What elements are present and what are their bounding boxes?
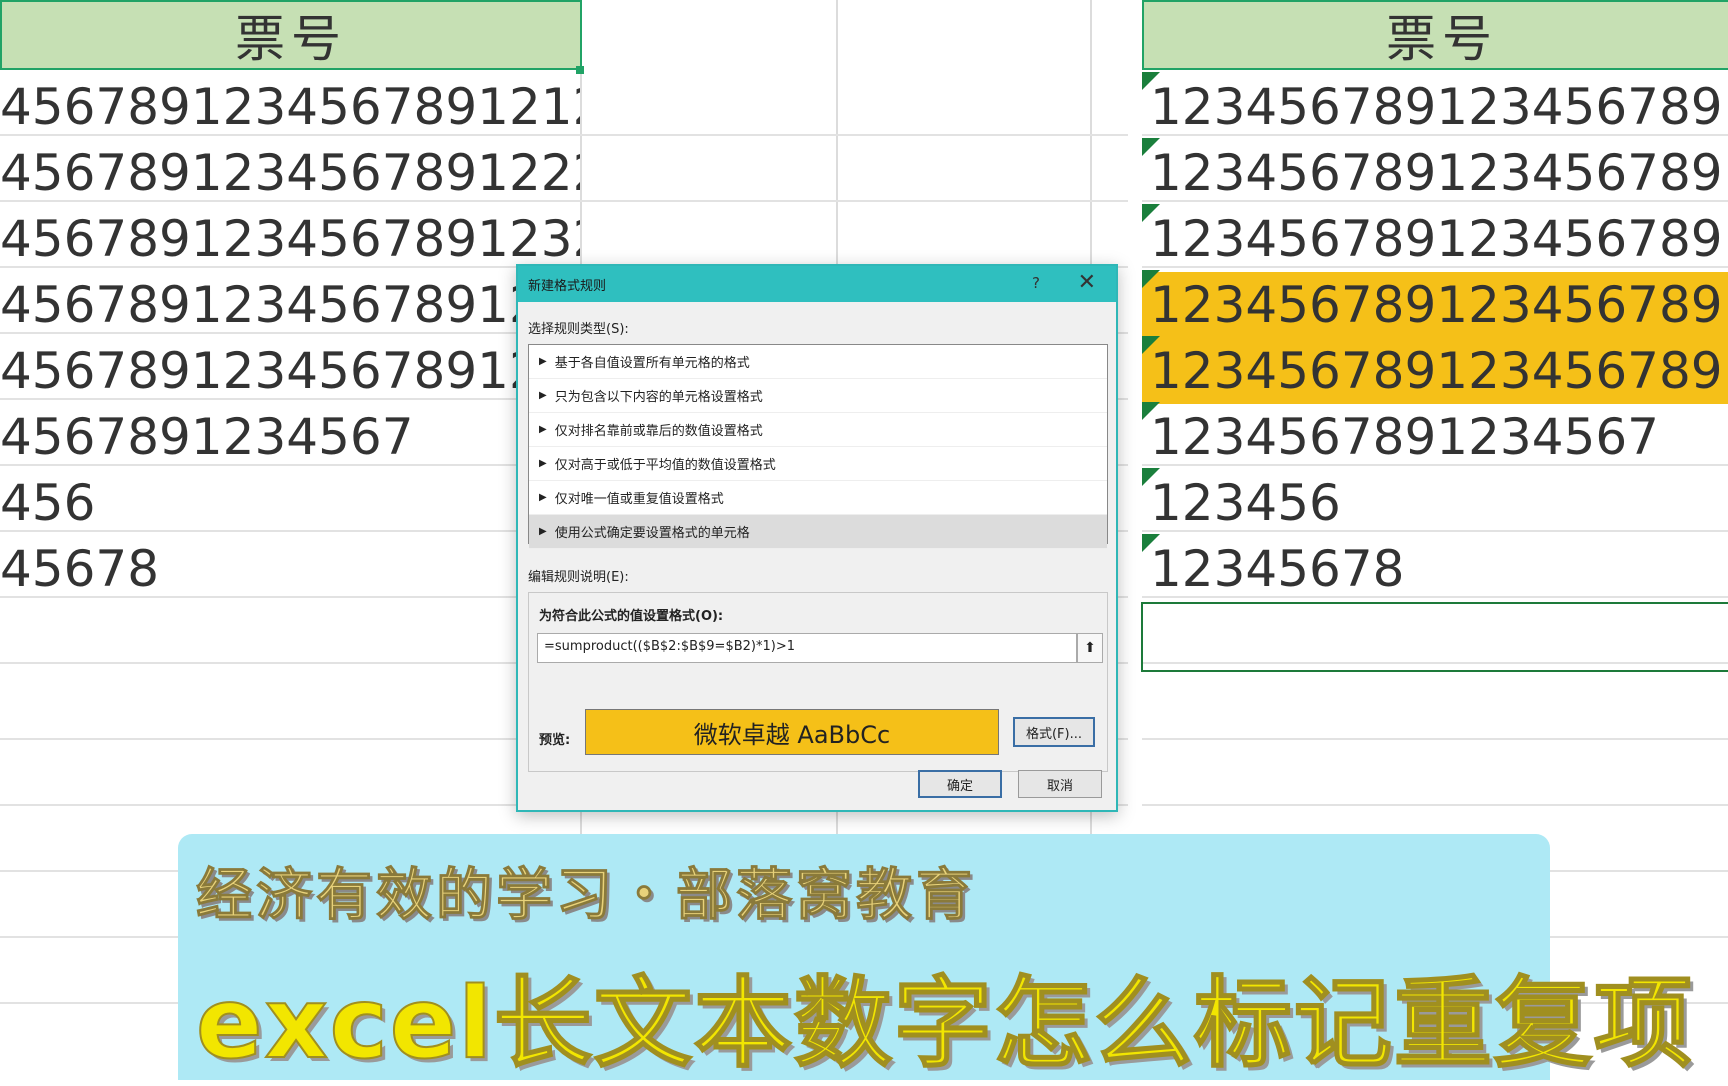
rule-type-item[interactable]: ▶ 仅对排名靠前或靠后的数值设置格式 — [529, 413, 1107, 447]
text-number-indicator-icon — [1142, 336, 1160, 354]
fill-handle[interactable] — [576, 66, 584, 74]
text-number-indicator-icon — [1142, 534, 1160, 552]
left-cell-1[interactable]: 4567891234567891212 — [0, 74, 580, 140]
formula-title: 为符合此公式的值设置格式(O): — [539, 609, 724, 624]
right-cell-4-duplicate[interactable]: 123456789123456789124 — [1142, 272, 1728, 338]
ok-button[interactable]: 确定 — [918, 770, 1002, 798]
triangle-right-icon: ▶ — [539, 458, 547, 469]
rule-type-label: 使用公式确定要设置格式的单元格 — [554, 526, 750, 541]
triangle-right-icon: ▶ — [539, 492, 547, 503]
cancel-button[interactable]: 取消 — [1018, 770, 1102, 798]
edit-rule-label: 编辑规则说明(E): — [528, 570, 629, 585]
format-preview: 微软卓越 AaBbCc — [585, 709, 999, 755]
help-icon[interactable]: ? — [1032, 274, 1040, 292]
rule-type-label: 基于各自值设置所有单元格的格式 — [554, 356, 750, 371]
dialog-title: 新建格式规则 — [528, 278, 607, 294]
text-number-indicator-icon — [1142, 270, 1160, 288]
format-button[interactable]: 格式(F)... — [1013, 717, 1095, 747]
triangle-right-icon: ▶ — [539, 390, 547, 401]
left-cell-5[interactable]: 4567891234567891242 — [0, 338, 580, 404]
close-icon[interactable]: ✕ — [1078, 270, 1096, 295]
rule-type-item-selected[interactable]: ▶ 使用公式确定要设置格式的单元格 — [529, 515, 1107, 549]
collapse-dialog-icon[interactable]: ⬆ — [1077, 633, 1103, 663]
selected-cell-border — [1141, 602, 1728, 672]
triangle-right-icon: ▶ — [539, 356, 547, 367]
triangle-right-icon: ▶ — [539, 526, 547, 537]
right-cell-3[interactable]: 123456789123456789123 — [1142, 206, 1728, 272]
right-cell-8[interactable]: 12345678 — [1142, 536, 1728, 602]
preview-label: 预览: — [539, 733, 571, 748]
select-rule-type-label: 选择规则类型(S): — [528, 322, 629, 337]
right-cell-5-duplicate[interactable]: 123456789123456789124 — [1142, 338, 1728, 404]
text-number-indicator-icon — [1142, 468, 1160, 486]
dialog-title-bar[interactable]: 新建格式规则 ? ✕ — [518, 266, 1116, 302]
new-format-rule-dialog: 新建格式规则 ? ✕ 选择规则类型(S): ▶ 基于各自值设置所有单元格的格式 ▶… — [516, 264, 1118, 812]
text-number-indicator-icon — [1142, 72, 1160, 90]
left-header-cell[interactable]: 票号 — [0, 0, 582, 70]
right-cell-6[interactable]: 1234567891234567 — [1142, 404, 1728, 470]
formula-input[interactable]: =sumproduct(($B$2:$B$9=$B2)*1)>1 — [537, 633, 1077, 663]
left-cell-2[interactable]: 4567891234567891222 — [0, 140, 580, 206]
left-cell-8[interactable]: 45678 — [0, 536, 580, 602]
rule-type-label: 只为包含以下内容的单元格设置格式 — [554, 390, 763, 405]
text-number-indicator-icon — [1142, 138, 1160, 156]
banner-title: excel长文本数字怎么标记重复项 — [195, 966, 1694, 1082]
rule-type-item[interactable]: ▶ 基于各自值设置所有单元格的格式 — [529, 345, 1107, 379]
left-cell-7[interactable]: 456 — [0, 470, 580, 536]
rule-type-list[interactable]: ▶ 基于各自值设置所有单元格的格式 ▶ 只为包含以下内容的单元格设置格式 ▶ 仅对排名… — [528, 344, 1108, 549]
right-cell-2[interactable]: 123456789123456789122 — [1142, 140, 1728, 206]
rule-description-box: 为符合此公式的值设置格式(O): =sumproduct(($B$2:$B$9=… — [528, 592, 1108, 772]
right-cell-7[interactable]: 123456 — [1142, 470, 1728, 536]
text-number-indicator-icon — [1142, 204, 1160, 222]
left-cell-6[interactable]: 4567891234567 — [0, 404, 580, 470]
triangle-right-icon: ▶ — [539, 424, 547, 435]
rule-type-label: 仅对唯一值或重复值设置格式 — [554, 492, 724, 507]
rule-type-label: 仅对高于或低于平均值的数值设置格式 — [554, 458, 776, 473]
rule-type-item[interactable]: ▶ 仅对高于或低于平均值的数值设置格式 — [529, 447, 1107, 481]
right-cell-1[interactable]: 123456789123456789121 — [1142, 74, 1728, 140]
right-header-cell[interactable]: 票号 — [1142, 0, 1728, 70]
banner-subtitle: 经济有效的学习・部落窝教育 — [196, 863, 976, 929]
rule-type-item[interactable]: ▶ 只为包含以下内容的单元格设置格式 — [529, 379, 1107, 413]
left-cell-4[interactable]: 4567891234567891242 — [0, 272, 580, 338]
rule-type-item[interactable]: ▶ 仅对唯一值或重复值设置格式 — [529, 481, 1107, 515]
text-number-indicator-icon — [1142, 402, 1160, 420]
rule-type-label: 仅对排名靠前或靠后的数值设置格式 — [554, 424, 763, 439]
left-cell-3[interactable]: 4567891234567891232 — [0, 206, 580, 272]
